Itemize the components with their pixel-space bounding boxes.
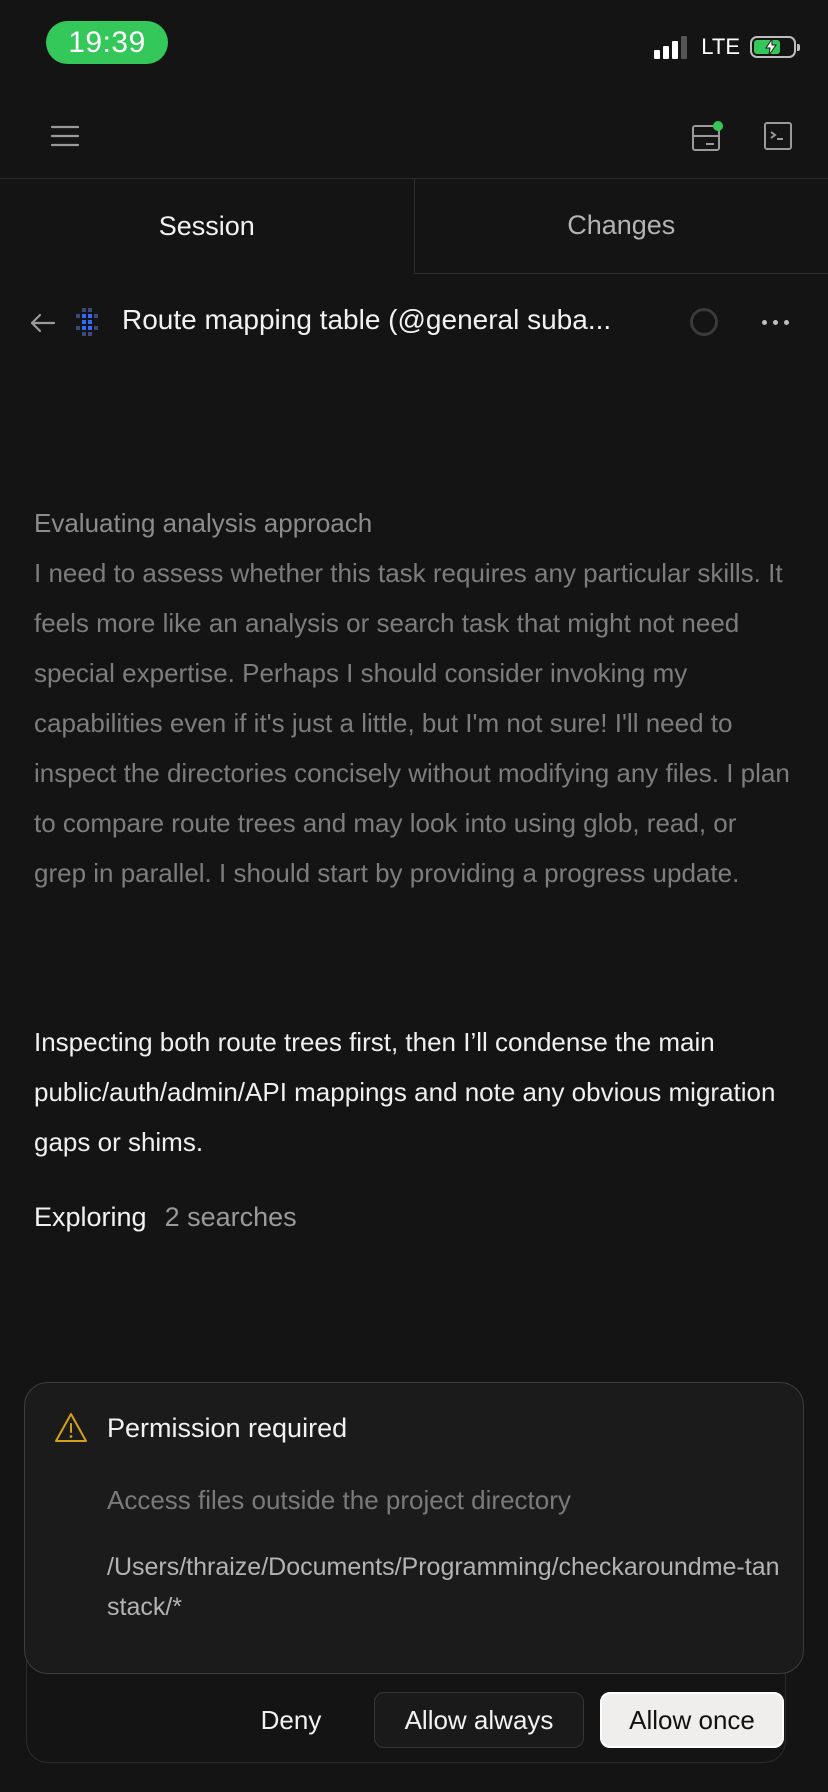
tab-session[interactable]: Session bbox=[0, 178, 414, 274]
exploring-count: 2 searches bbox=[164, 1202, 297, 1232]
allow-once-button[interactable]: Allow once bbox=[600, 1692, 784, 1748]
more-horizontal-icon[interactable] bbox=[762, 320, 789, 325]
review-panel-icon[interactable] bbox=[690, 120, 724, 159]
exploring-summary[interactable]: Exploring 2 searches bbox=[34, 1202, 297, 1233]
warning-triangle-icon bbox=[53, 1411, 89, 1450]
session-tabs: Session Changes bbox=[0, 178, 828, 274]
permission-path: /Users/thraize/Documents/Programming/che… bbox=[107, 1553, 780, 1621]
permission-description: Access files outside the project directo… bbox=[107, 1485, 571, 1515]
status-indicators: LTE bbox=[654, 34, 800, 60]
reasoning-heading: Evaluating analysis approach bbox=[34, 508, 373, 538]
agent-grid-icon bbox=[72, 306, 106, 345]
signal-icon bbox=[654, 35, 688, 59]
exploring-label: Exploring bbox=[34, 1202, 147, 1232]
assistant-message: Inspecting both route trees first, then … bbox=[34, 1027, 776, 1157]
top-toolbar bbox=[0, 96, 828, 179]
permission-buttons: Deny Allow always Allow once bbox=[224, 1692, 784, 1748]
arrow-left-icon[interactable] bbox=[28, 308, 58, 343]
session-title: Route mapping table (@general suba... bbox=[122, 304, 612, 335]
tab-changes[interactable]: Changes bbox=[413, 178, 828, 274]
permission-card: Permission required Access files outside… bbox=[24, 1382, 804, 1674]
battery-charging-icon bbox=[750, 36, 800, 58]
permission-title: Permission required bbox=[107, 1413, 348, 1443]
network-label: LTE bbox=[701, 34, 740, 59]
status-ring-icon bbox=[690, 308, 718, 336]
terminal-icon[interactable] bbox=[762, 120, 794, 157]
reasoning-block: Evaluating analysis approach I need to a… bbox=[34, 498, 794, 898]
hamburger-menu-icon[interactable] bbox=[50, 124, 80, 153]
app-screen: 19:39 LTE Session Changes Route mapping … bbox=[0, 0, 828, 1792]
session-header: Route mapping table (@general suba... bbox=[0, 290, 828, 356]
status-time: 19:39 bbox=[46, 21, 168, 64]
deny-button[interactable]: Deny bbox=[224, 1692, 358, 1748]
allow-always-button[interactable]: Allow always bbox=[374, 1692, 584, 1748]
reasoning-text: I need to assess whether this task requi… bbox=[34, 558, 790, 888]
